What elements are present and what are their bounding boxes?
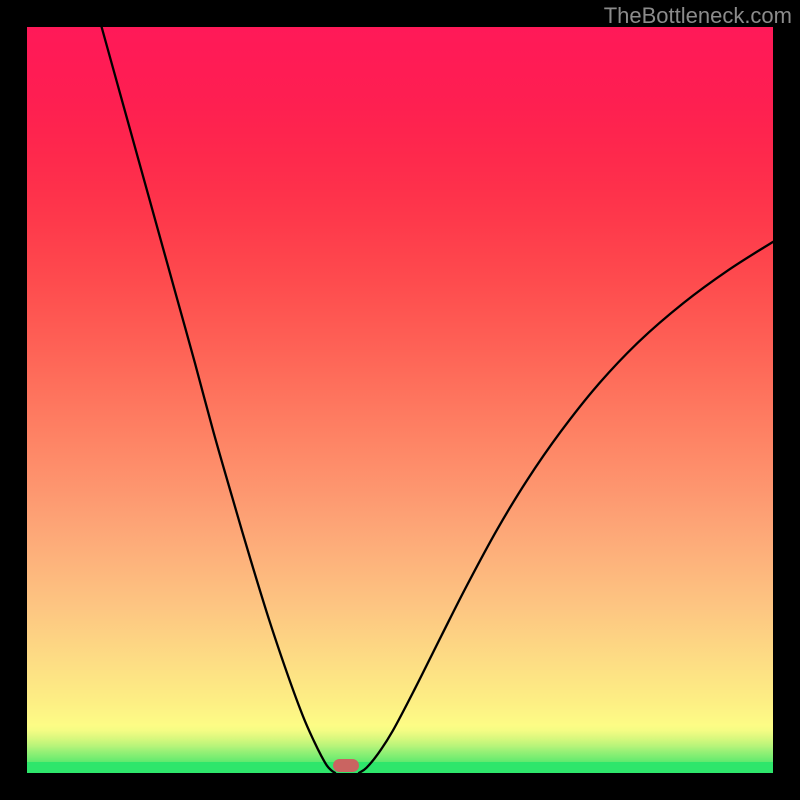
curve-right-branch [359, 242, 773, 773]
chart-container: TheBottleneck.com [0, 0, 800, 800]
watermark-text: TheBottleneck.com [604, 3, 792, 29]
curve-left-branch [102, 27, 335, 773]
curve-svg [27, 27, 773, 773]
plot-area [27, 27, 773, 773]
minimum-marker [333, 759, 359, 772]
